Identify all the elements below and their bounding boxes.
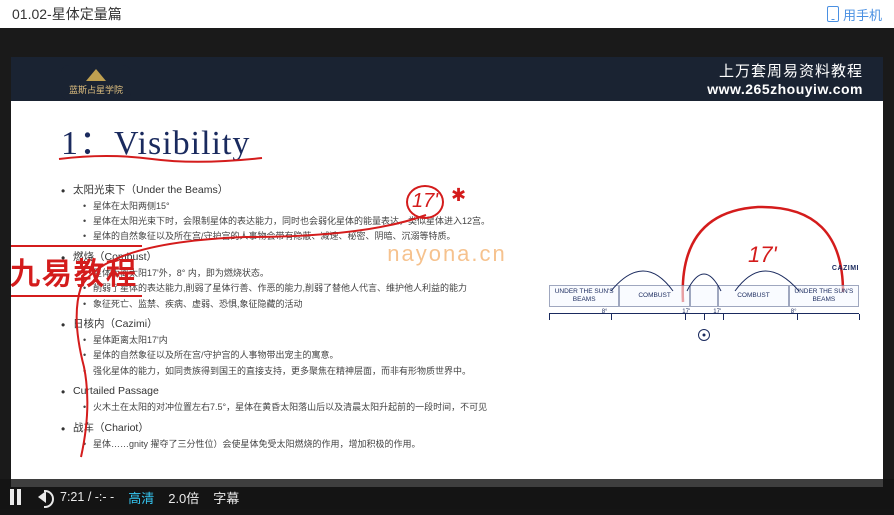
diagram-tick: 17' bbox=[682, 309, 690, 315]
subtitle-button[interactable]: 字幕 bbox=[213, 488, 239, 507]
diagram-tick: 8° bbox=[602, 309, 608, 315]
video-controls: 7:21 / -:- - 高清 2.0倍 字幕 bbox=[0, 479, 894, 515]
video-player[interactable]: 蓝斯占星学院 上万套周易资料教程 www.265zhouyiw.com 1：Vi… bbox=[0, 28, 894, 515]
section-title: 太阳光束下（Under the Beams） bbox=[61, 182, 491, 198]
diagram-tick: 17' bbox=[713, 309, 721, 315]
time-display: 7:21 / -:- - bbox=[60, 490, 114, 504]
mobile-icon bbox=[827, 6, 839, 22]
lesson-title: 01.02-星体定量篇 bbox=[12, 4, 122, 24]
use-mobile-label: 用手机 bbox=[843, 5, 882, 24]
pause-icon bbox=[10, 489, 24, 505]
diagram-tick: 8° bbox=[791, 309, 797, 315]
speed-button[interactable]: 2.0倍 bbox=[168, 488, 199, 507]
volume-button[interactable] bbox=[38, 491, 46, 503]
sun-symbol-icon bbox=[698, 329, 710, 341]
quality-button[interactable]: 高清 bbox=[128, 488, 154, 507]
page-header: 01.02-星体定量篇 用手机 bbox=[0, 0, 894, 28]
duration: -:- - bbox=[95, 490, 114, 504]
watermark-left: 九易教程 bbox=[11, 245, 142, 297]
slide-frame: 蓝斯占星学院 上万套周易资料教程 www.265zhouyiw.com 1：Vi… bbox=[11, 57, 883, 487]
current-time: 7:21 bbox=[60, 490, 84, 504]
volume-icon bbox=[38, 491, 46, 503]
visibility-diagram: CAZIMI UNDER THE SUN'S BEAMS COMBUST COM… bbox=[549, 285, 859, 425]
pause-button[interactable] bbox=[10, 489, 24, 505]
title-underline-annotation bbox=[57, 151, 267, 169]
use-mobile-link[interactable]: 用手机 bbox=[827, 5, 882, 24]
